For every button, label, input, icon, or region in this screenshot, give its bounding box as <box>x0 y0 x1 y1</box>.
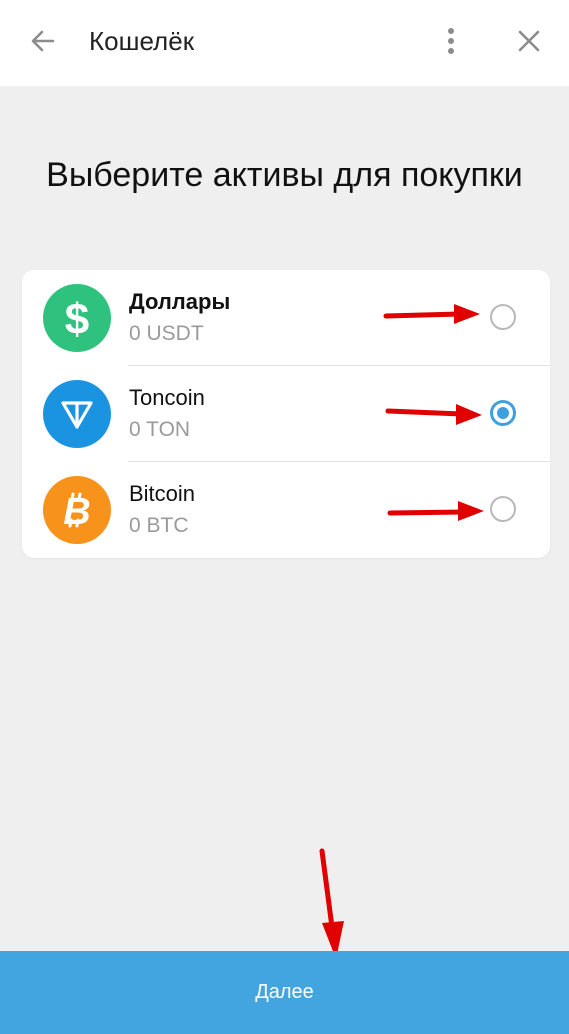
page-heading: Выберите активы для покупки <box>46 156 523 194</box>
top-bar: Кошелёк <box>0 0 569 86</box>
svg-text:$: $ <box>65 295 89 342</box>
page-title: Кошелёк <box>89 26 195 56</box>
ton-icon <box>43 380 111 448</box>
asset-row-usdt[interactable]: $ Доллары 0 USDT <box>22 270 550 366</box>
annotation-arrow-4 <box>319 848 344 959</box>
asset-name: Bitcoin <box>129 481 196 506</box>
asset-balance: 0 TON <box>129 418 191 441</box>
bitcoin-icon: B <box>43 476 111 544</box>
close-icon <box>518 30 540 52</box>
more-menu-button[interactable] <box>432 22 470 60</box>
asset-radio-ton[interactable] <box>490 400 516 426</box>
more-vertical-icon <box>448 28 454 54</box>
back-button[interactable] <box>24 22 62 60</box>
dollar-icon: $ <box>43 284 111 352</box>
asset-radio-usdt[interactable] <box>490 304 516 330</box>
asset-name: Toncoin <box>129 385 205 410</box>
wallet-screen: Кошелёк Выберите активы для покупки $ До… <box>0 0 569 1034</box>
close-button[interactable] <box>510 22 548 60</box>
asset-row-ton[interactable]: Toncoin 0 TON <box>22 366 550 462</box>
asset-list: $ Доллары 0 USDT Toncoin 0 TON B Bitcoin… <box>22 270 550 558</box>
asset-name: Доллары <box>129 289 231 314</box>
asset-balance: 0 BTC <box>129 514 189 537</box>
asset-row-btc[interactable]: B Bitcoin 0 BTC <box>22 462 550 558</box>
arrow-left-icon <box>31 30 55 52</box>
asset-radio-btc[interactable] <box>490 496 516 522</box>
asset-balance: 0 USDT <box>129 322 204 345</box>
next-button[interactable]: Далее <box>0 951 569 1034</box>
